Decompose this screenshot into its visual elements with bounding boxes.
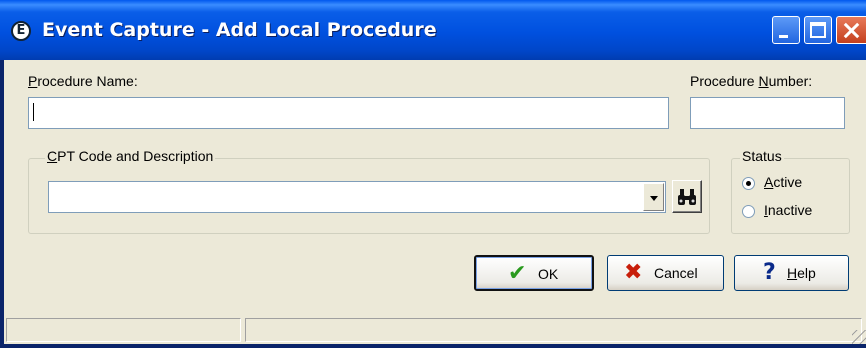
cpt-search-button[interactable] [672,180,702,213]
binoculars-icon [678,189,696,205]
status-group: Status Active Inactive [731,148,850,234]
cancel-button-label: Cancel [654,265,698,281]
x-icon: ✖ [624,260,643,285]
procedure-name-label: Procedure Name: [28,73,138,89]
active-radio[interactable] [742,177,755,190]
procedure-number-label: Procedure Number: [690,73,813,89]
ok-button-label: OK [538,266,559,282]
maximize-icon [810,22,826,38]
status-group-legend: Status [740,148,784,164]
cpt-group-legend: CPT Code and Description [45,148,216,164]
close-button[interactable] [836,16,866,44]
event-capture-window: E Event Capture - Add Local Procedure Pr… [0,0,866,348]
resize-grip-icon[interactable] [852,330,866,344]
title-bar[interactable]: E Event Capture - Add Local Procedure [0,0,866,60]
app-icon[interactable]: E [11,21,31,41]
procedure-name-input[interactable] [28,97,669,129]
maximize-button[interactable] [804,16,832,44]
checkmark-icon: ✔ [508,261,527,286]
question-icon: ? [763,260,776,285]
inactive-radio-label[interactable]: Inactive [764,202,812,218]
status-pane-2 [245,318,862,342]
status-pane-1 [6,318,241,342]
help-button[interactable]: ? Help [734,255,849,291]
minimize-icon [779,35,788,38]
app-icon-glyph: E [16,23,26,38]
text-caret [33,103,34,121]
minimize-button[interactable] [772,16,800,44]
active-radio-label[interactable]: Active [764,174,802,190]
dialog-body: Procedure Name: Procedure Number: CPT Co… [4,60,866,344]
cpt-group: CPT Code and Description [28,148,710,234]
cpt-code-dropdown[interactable] [48,181,666,213]
chevron-down-icon [650,196,658,201]
cancel-button[interactable]: ✖ Cancel [607,255,724,291]
help-button-label: Help [787,265,816,281]
dropdown-button[interactable] [643,183,664,211]
procedure-number-input[interactable] [690,97,845,129]
inactive-radio[interactable] [742,205,755,218]
window-title: Event Capture - Add Local Procedure [42,19,437,41]
status-bar [4,316,866,344]
ok-button[interactable]: ✔ OK [474,255,594,291]
